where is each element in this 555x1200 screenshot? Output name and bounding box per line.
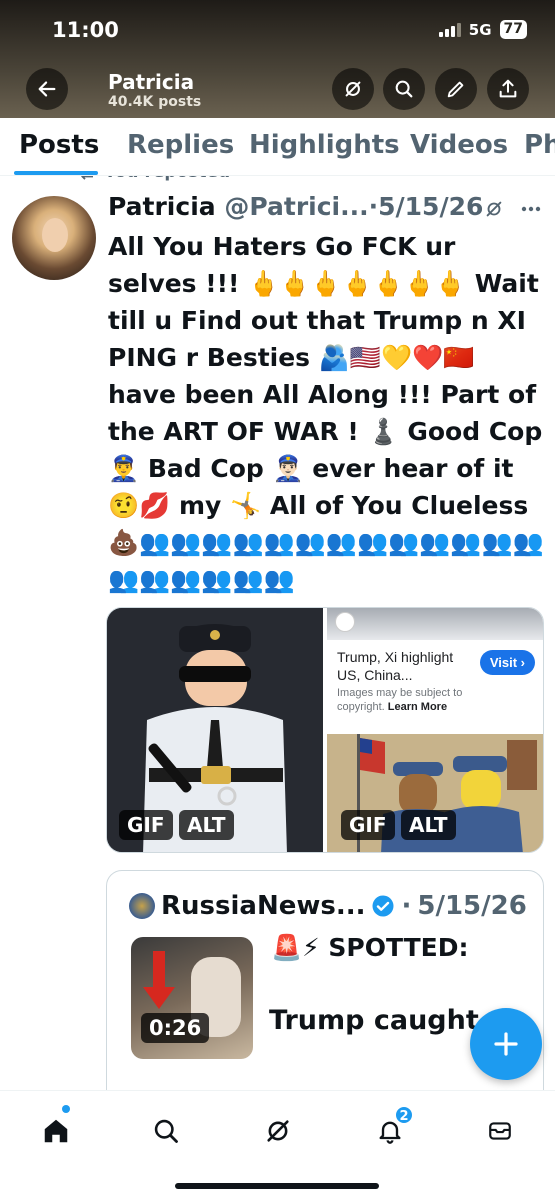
status-time: 11:00 <box>52 18 119 42</box>
more-icon[interactable] <box>521 206 541 212</box>
plus-icon <box>494 1032 518 1056</box>
search-card-note: Images may be subject to copyright. Lear… <box>337 687 463 713</box>
signal-icon <box>438 22 461 37</box>
battery-icon: 77 <box>499 20 527 39</box>
active-tab-underline <box>14 171 98 175</box>
media-gif-simpsons[interactable]: GIF ALT <box>327 734 543 852</box>
pencil-icon <box>447 81 464 98</box>
profile-posts-count: 40.4K posts <box>108 94 202 110</box>
tab-videos-label[interactable]: Videos <box>410 130 508 160</box>
share-button[interactable] <box>487 68 529 110</box>
quote-text-line1: 🚨⚡ SPOTTED: <box>271 933 469 962</box>
tweet-separator: · <box>368 192 379 221</box>
compose-button[interactable] <box>470 1008 542 1080</box>
tab-replies-label[interactable]: Replies <box>127 130 234 160</box>
home-icon <box>44 1119 68 1143</box>
avatar[interactable] <box>12 196 96 280</box>
back-button[interactable] <box>26 68 68 110</box>
network-label: 5G <box>468 20 492 39</box>
tab-highlights-label[interactable]: Highlights <box>249 130 400 160</box>
avatar-face <box>42 218 68 252</box>
search-icon <box>154 1119 178 1143</box>
notification-count-badge: 2 <box>394 1105 414 1125</box>
alt-badge[interactable]: ALT <box>179 810 234 840</box>
search-icon <box>395 80 413 98</box>
lens-icon <box>335 612 355 632</box>
grok-icon <box>267 1120 289 1142</box>
tweet-actions-top <box>483 198 541 220</box>
home-indicator <box>175 1183 379 1189</box>
tweet-author[interactable]: Patricia <box>108 192 216 221</box>
nav-grok[interactable] <box>258 1111 298 1151</box>
search-card-thumbnail <box>327 608 543 640</box>
status-indicators: 5G 77 <box>438 20 527 39</box>
alt-badge-2[interactable]: ALT <box>401 810 456 840</box>
tweet-text: All You Haters Go FCK ur selves !!! 🖕🖕🖕🖕… <box>108 232 544 594</box>
media-search-card[interactable]: Trump, Xi highlight US, China... Images … <box>327 608 543 732</box>
mail-icon <box>489 1122 511 1140</box>
quote-separator: · <box>401 891 412 921</box>
quote-author: RussiaNews... <box>161 891 366 921</box>
quote-video-thumbnail[interactable]: 0:26 <box>131 937 253 1059</box>
nav-messages[interactable] <box>480 1111 520 1151</box>
verified-badge-icon <box>372 895 394 917</box>
profile-name: Patricia <box>108 70 195 94</box>
edit-button[interactable] <box>435 68 477 110</box>
search-card-title: Trump, Xi highlight US, China... <box>337 649 454 683</box>
quote-text-line2: Trump caught s <box>269 1005 505 1036</box>
grok-button[interactable] <box>332 68 374 110</box>
tab-photos-label[interactable]: Ph <box>524 130 555 160</box>
tweet-handle[interactable]: @Patrici... <box>224 192 368 221</box>
share-icon <box>499 79 517 98</box>
tweet-header: Patricia @Patrici... · 5/15/26 <box>108 192 548 221</box>
quote-header: RussiaNews... · 5/15/26 <box>129 891 527 921</box>
home-unread-dot <box>62 1105 70 1113</box>
profile-tabs-overlay: Posts Replies Highlights Videos Ph <box>0 118 555 176</box>
quote-date: 5/15/26 <box>417 891 527 921</box>
back-arrow-icon <box>38 81 56 97</box>
grok-icon <box>345 81 361 97</box>
video-duration: 0:26 <box>141 1013 210 1043</box>
quoted-tweet[interactable]: RussiaNews... · 5/15/26 0:26 🚨⚡ SPOTTED: … <box>106 870 544 1110</box>
tweet-media-grid: GIF ALT Trump, Xi highlight US, China...… <box>106 607 544 853</box>
grok-icon[interactable] <box>483 198 505 220</box>
gif-badge-2: GIF <box>341 810 395 840</box>
visit-button[interactable]: Visit › <box>479 650 535 675</box>
tweet-date[interactable]: 5/15/26 <box>378 192 483 221</box>
gif-badge: GIF <box>119 810 173 840</box>
nav-home[interactable] <box>36 1111 76 1151</box>
profile-header: 11:00 5G 77 Patricia 40.4K posts <box>0 0 555 118</box>
tab-posts-label[interactable]: Posts <box>19 130 99 160</box>
search-button[interactable] <box>383 68 425 110</box>
media-gif-police[interactable]: GIF ALT <box>107 608 323 852</box>
quote-avatar <box>129 893 155 919</box>
nav-search[interactable] <box>146 1111 186 1151</box>
